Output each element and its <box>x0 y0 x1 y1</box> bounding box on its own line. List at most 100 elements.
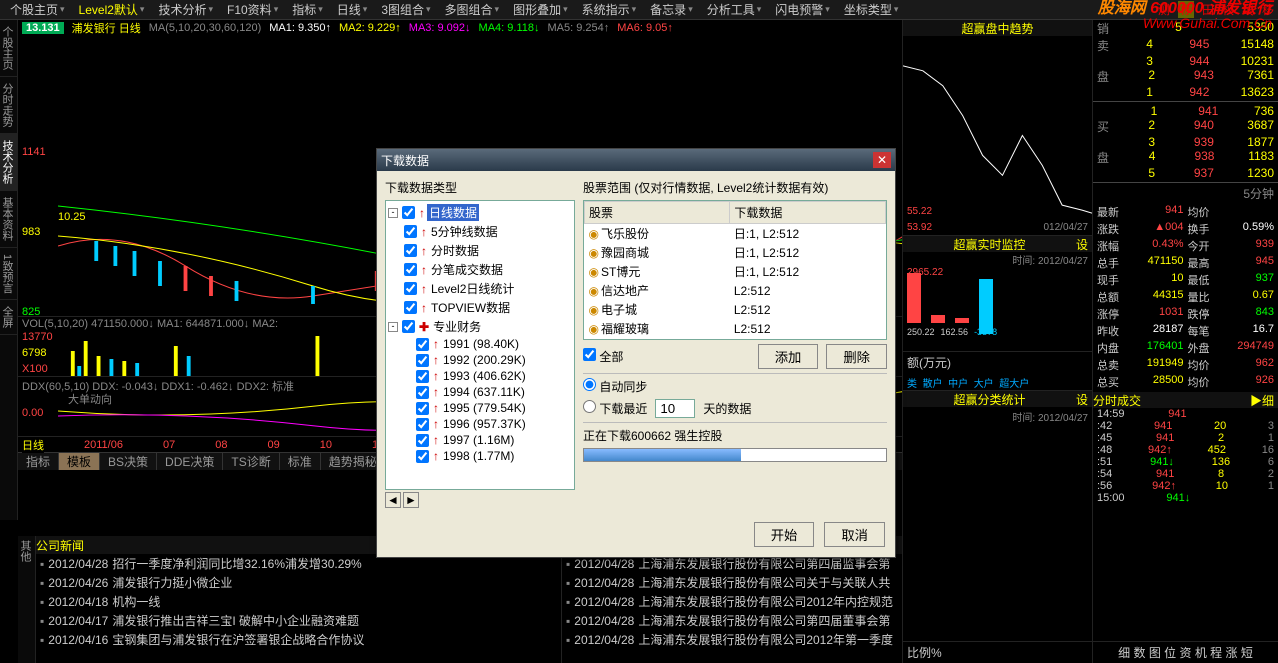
year-item[interactable]: ↑1995 (779.54K) <box>388 400 572 416</box>
tree-item[interactable]: ↑Level2日线统计 <box>388 279 572 298</box>
btab-indicator[interactable]: 指标 <box>18 453 59 470</box>
year-item[interactable]: ↑1994 (637.11K) <box>388 384 572 400</box>
col-stock[interactable]: 股票 <box>585 202 730 224</box>
year-item[interactable]: ↑1993 (406.62K) <box>388 368 572 384</box>
menu-item[interactable]: F10资料▾ <box>221 1 284 18</box>
news-row[interactable]: ▪2012/04/16宝钢集团与浦发银行在沪签署银企战略合作协议 <box>36 630 561 649</box>
scroll-left-icon[interactable]: ◄ <box>385 492 401 508</box>
year-checkbox[interactable] <box>416 386 429 399</box>
menu-item[interactable]: 系统指示▾ <box>576 1 643 18</box>
add-button[interactable]: 添加 <box>758 344 819 369</box>
scroll-right-icon[interactable]: ► <box>403 492 419 508</box>
btab-ts[interactable]: TS诊断 <box>223 453 279 470</box>
expand-icon[interactable]: - <box>388 208 398 218</box>
delete-button[interactable]: 删除 <box>826 344 887 369</box>
vtab-intraday[interactable]: 分时走势 <box>0 77 17 134</box>
stock-row[interactable]: ◉信达地产L2:512 <box>585 281 886 300</box>
tree-checkbox[interactable] <box>404 282 417 295</box>
start-button[interactable]: 开始 <box>754 522 815 547</box>
year-checkbox[interactable] <box>416 338 429 351</box>
btab-standard[interactable]: 标准 <box>280 453 321 470</box>
menu-item[interactable]: 分析工具▾ <box>701 1 768 18</box>
download-recent-radio[interactable]: 下载最近 <box>583 400 647 417</box>
menu-item[interactable]: 3图组合▾ <box>375 1 436 18</box>
all-checkbox[interactable]: 全部 <box>583 348 623 365</box>
year-checkbox[interactable] <box>416 434 429 447</box>
quote-panel: 销55350 卖494515148394410231盘2943736119421… <box>1092 20 1278 663</box>
vtab-main[interactable]: 个股主页 <box>0 20 17 77</box>
news-vtab[interactable]: 其他 <box>18 536 36 663</box>
year-item[interactable]: ↑1991 (98.40K) <box>388 336 572 352</box>
year-checkbox[interactable] <box>416 402 429 415</box>
year-item[interactable]: ↑1996 (957.37K) <box>388 416 572 432</box>
ma4-value: MA4: 9.118↓ <box>479 22 540 34</box>
dialog-titlebar[interactable]: 下载数据 ✕ <box>377 149 895 171</box>
year-checkbox[interactable] <box>416 418 429 431</box>
auto-sync-radio[interactable]: 自动同步 <box>583 378 647 395</box>
gear-icon[interactable]: 设 <box>1076 391 1088 408</box>
tree-checkbox[interactable] <box>404 263 417 276</box>
btab-dde[interactable]: DDE决策 <box>157 453 223 470</box>
tree-checkbox[interactable] <box>404 301 417 314</box>
stock-table[interactable]: 股票 下载数据 ◉飞乐股份日:1, L2:512◉豫园商城日:1, L2:512… <box>583 200 887 340</box>
stock-row[interactable]: ◉豫园商城日:1, L2:512 <box>585 243 886 262</box>
gear-icon[interactable]: 设 <box>1076 236 1088 253</box>
vtab-fullscreen[interactable]: 全屏 <box>0 300 17 335</box>
vtab-fundamentals[interactable]: 基本资料 <box>0 191 17 248</box>
news-row[interactable]: ▪2012/04/18机构一线 <box>36 592 561 611</box>
year-checkbox[interactable] <box>416 450 429 463</box>
trend-curve[interactable]: 012/04/27 55.22 53.92 <box>903 36 1092 236</box>
menu-item[interactable]: 日线▾ <box>331 1 374 18</box>
year-item[interactable]: ↑1997 (1.16M) <box>388 432 572 448</box>
tree-item[interactable]: ↑5分钟线数据 <box>388 222 572 241</box>
data-type-tree[interactable]: -↑日线数据↑5分钟线数据↑分时数据↑分笔成交数据↑Level2日线统计↑TOP… <box>385 200 575 490</box>
ticks-list[interactable]: 14:59941:42941203:4594121:48942↑45216:51… <box>1093 408 1278 641</box>
menu-item[interactable]: 指标▾ <box>286 1 329 18</box>
news-row[interactable]: ▪2012/04/17浦发银行推出吉祥三宝I 破解中小企业融资难题 <box>36 611 561 630</box>
tree-item[interactable]: ↑TOPVIEW数据 <box>388 298 572 317</box>
menu-item[interactable]: 图形叠加▾ <box>507 1 574 18</box>
tree-checkbox[interactable] <box>404 225 417 238</box>
tree-checkbox[interactable] <box>402 320 415 333</box>
year-item[interactable]: ↑1998 (1.77M) <box>388 448 572 464</box>
menu-item[interactable]: 闪电预警▾ <box>769 1 836 18</box>
tree-checkbox[interactable] <box>402 206 415 219</box>
tree-item[interactable]: ↑分笔成交数据 <box>388 260 572 279</box>
menu-item[interactable]: 技术分析▾ <box>152 1 219 18</box>
vtab-forecast[interactable]: 1致预言 <box>0 248 17 300</box>
days-label: 天的数据 <box>703 400 751 417</box>
tree-item[interactable]: -✚专业财务 <box>388 317 572 336</box>
col-data[interactable]: 下载数据 <box>730 202 886 224</box>
curve-title: 超赢盘中趋势 <box>903 20 1092 36</box>
stock-row[interactable]: ◉电子城L2:512 <box>585 300 886 319</box>
year-checkbox[interactable] <box>416 370 429 383</box>
menu-item[interactable]: Level2默认▾ <box>73 1 151 18</box>
btab-template[interactable]: 模板 <box>59 453 100 470</box>
bottom-mini-tabs[interactable]: 细 数 图 位 资 机 程 涨 短 <box>1093 641 1278 663</box>
tree-checkbox[interactable] <box>404 244 417 257</box>
close-icon[interactable]: ✕ <box>873 152 891 168</box>
year-item[interactable]: ↑1992 (200.29K) <box>388 352 572 368</box>
tick-row: :5494182 <box>1093 468 1278 480</box>
year-checkbox[interactable] <box>416 354 429 367</box>
menu-item[interactable]: 个股主页▾ <box>4 1 71 18</box>
ticks-sub[interactable]: ▶细 <box>1250 392 1274 409</box>
menu-item[interactable]: 坐标类型▾ <box>838 1 905 18</box>
days-input[interactable] <box>655 399 695 418</box>
ticks-header: 分时成交 ▶细 <box>1093 392 1278 408</box>
cancel-button[interactable]: 取消 <box>824 522 885 547</box>
stock-row[interactable]: ◉ST博元日:1, L2:512 <box>585 262 886 281</box>
menu-item[interactable]: 多图组合▾ <box>439 1 506 18</box>
stock-row[interactable]: ◉飞乐股份日:1, L2:512 <box>585 224 886 244</box>
expand-icon[interactable]: - <box>388 322 398 332</box>
vol-label: 6798 <box>22 347 46 359</box>
btab-bs[interactable]: BS决策 <box>100 453 157 470</box>
vtab-technical[interactable]: 技术分析 <box>0 134 17 191</box>
stock-row[interactable]: ◉新南洋 <box>585 338 886 340</box>
menu-item[interactable]: 备忘录▾ <box>644 1 699 18</box>
stock-row[interactable]: ◉福耀玻璃L2:512 <box>585 319 886 338</box>
tree-item[interactable]: ↑分时数据 <box>388 241 572 260</box>
current-price: 13.131 <box>22 22 64 34</box>
news-row[interactable]: ▪2012/04/26浦发银行力挺小微企业 <box>36 573 561 592</box>
tree-item[interactable]: -↑日线数据 <box>388 203 572 222</box>
